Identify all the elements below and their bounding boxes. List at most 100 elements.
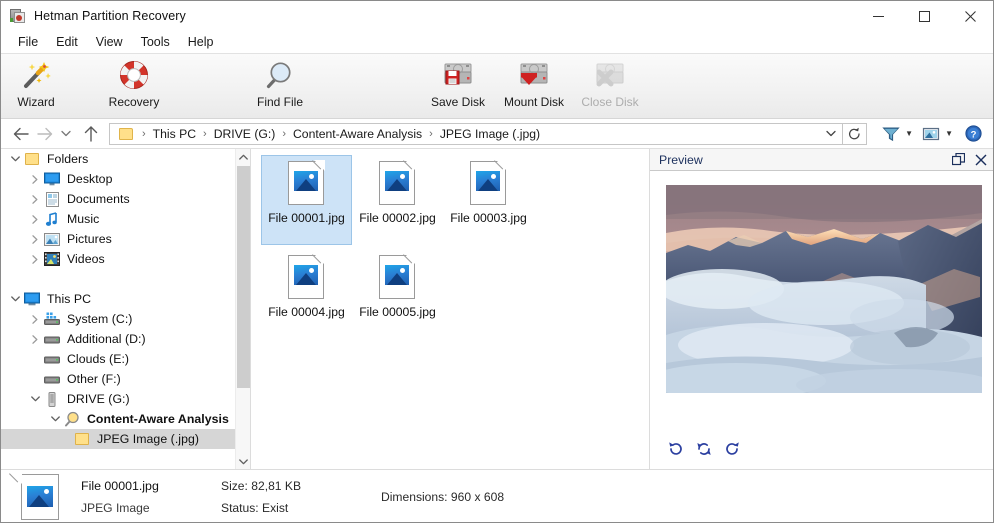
twisty-down-icon[interactable] xyxy=(7,291,23,307)
file-item[interactable]: File 00005.jpg xyxy=(352,246,443,339)
toolbar-button-find-file[interactable]: Find File xyxy=(241,54,319,118)
tree-item-other-f[interactable]: Other (F:) xyxy=(1,369,250,389)
twisty-down-icon[interactable] xyxy=(47,411,63,427)
toolbar-label-find-file: Find File xyxy=(256,95,303,109)
address-bar: › This PC › DRIVE (G:) › Content-Aware A… xyxy=(1,119,993,149)
folder-icon xyxy=(119,127,133,140)
flip-button[interactable] xyxy=(694,439,714,459)
view-mode-dropdown-caret[interactable]: ▼ xyxy=(943,129,959,138)
help-button[interactable]: ? xyxy=(959,123,985,145)
file-name: File 00003.jpg xyxy=(450,211,527,225)
twisty-down-icon[interactable] xyxy=(27,391,43,407)
usb-drive-icon xyxy=(43,391,61,407)
window-title: Hetman Partition Recovery xyxy=(34,9,186,23)
minimize-icon xyxy=(872,15,884,17)
toolbar-button-close-disk[interactable]: Close Disk xyxy=(571,54,649,118)
tree-item-pictures[interactable]: Pictures xyxy=(1,229,250,249)
maximize-button[interactable] xyxy=(901,1,947,31)
file-list-panel[interactable]: File 00001.jpg File 00002.jpg File 00003… xyxy=(250,149,649,469)
close-disk-icon xyxy=(593,58,627,92)
tree-item-desktop[interactable]: Desktop xyxy=(1,169,250,189)
chevron-down-icon xyxy=(61,130,71,137)
filter-button[interactable] xyxy=(879,123,903,145)
tree-item-additional-d[interactable]: Additional (D:) xyxy=(1,329,250,349)
scrollbar-thumb[interactable] xyxy=(236,166,250,388)
toolbar-button-wizard[interactable]: Wizard xyxy=(3,54,69,118)
toolbar-button-recovery[interactable]: Recovery xyxy=(101,54,167,118)
status-size-value: 82,81 KB xyxy=(251,479,302,493)
breadcrumb-this-pc[interactable]: This PC xyxy=(151,127,198,141)
tree-item-music[interactable]: Music xyxy=(1,209,250,229)
close-button[interactable] xyxy=(947,1,993,31)
file-item[interactable]: File 00002.jpg xyxy=(352,152,443,245)
toolbar-label-close-disk: Close Disk xyxy=(581,95,639,109)
tree-item-system-c[interactable]: System (C:) xyxy=(1,309,250,329)
tree-item-jpeg-image[interactable]: JPEG Image (.jpg) xyxy=(1,429,250,449)
twisty-right-icon[interactable] xyxy=(27,191,43,207)
folder-tree-scrollbar[interactable] xyxy=(234,149,250,469)
twisty-down-icon[interactable] xyxy=(7,151,23,167)
tree-label: Documents xyxy=(67,192,130,206)
file-name: File 00001.jpg xyxy=(268,211,345,225)
twisty-right-icon[interactable] xyxy=(27,251,43,267)
menu-file[interactable]: File xyxy=(9,33,47,51)
view-mode-button[interactable] xyxy=(919,123,943,145)
scroll-up-icon[interactable] xyxy=(235,149,250,164)
file-name: File 00002.jpg xyxy=(359,211,436,225)
breadcrumb-dropdown-button[interactable] xyxy=(820,124,842,144)
tree-item-content-aware-analysis[interactable]: Content-Aware Analysis xyxy=(1,409,250,429)
status-size-column: Size: 82,81 KB Status: Exist xyxy=(221,479,381,515)
breadcrumb-bar[interactable]: › This PC › DRIVE (G:) › Content-Aware A… xyxy=(109,122,844,145)
toolbar-button-save-disk[interactable]: Save Disk xyxy=(419,54,497,118)
status-size: Size: 82,81 KB xyxy=(221,479,381,493)
preview-undock-button[interactable] xyxy=(952,153,965,166)
preview-panel: Preview xyxy=(649,149,993,469)
filter-icon xyxy=(882,127,900,141)
toolbar-label-wizard: Wizard xyxy=(17,95,55,109)
menu-view[interactable]: View xyxy=(87,33,132,51)
tree-label: Desktop xyxy=(67,172,113,186)
minimize-button[interactable] xyxy=(855,1,901,31)
rotate-left-button[interactable] xyxy=(666,439,686,459)
preview-close-button[interactable] xyxy=(975,154,987,166)
history-dropdown-button[interactable] xyxy=(57,122,75,146)
back-button[interactable] xyxy=(9,122,33,146)
view-mode-icon xyxy=(922,127,940,140)
hard-drive-icon xyxy=(43,331,61,347)
tree-item-this-pc[interactable]: This PC xyxy=(1,289,250,309)
toolbar-button-mount-disk[interactable]: Mount Disk xyxy=(495,54,573,118)
tree-item-clouds-e[interactable]: Clouds (E:) xyxy=(1,349,250,369)
file-item[interactable]: File 00003.jpg xyxy=(443,152,534,245)
menu-tools[interactable]: Tools xyxy=(132,33,179,51)
twisty-right-icon[interactable] xyxy=(27,231,43,247)
filter-dropdown-caret[interactable]: ▼ xyxy=(903,129,919,138)
twisty-right-icon[interactable] xyxy=(27,331,43,347)
toolbar-label-mount-disk: Mount Disk xyxy=(503,95,565,109)
scroll-down-icon[interactable] xyxy=(235,454,250,469)
tree-item-folders[interactable]: Folders xyxy=(1,149,250,169)
file-name: File 00004.jpg xyxy=(268,305,345,319)
file-item[interactable]: File 00001.jpg xyxy=(260,152,352,245)
tree-label: DRIVE (G:) xyxy=(67,392,130,406)
rotate-right-button[interactable] xyxy=(722,439,742,459)
twisty-right-icon[interactable] xyxy=(27,171,43,187)
menu-help[interactable]: Help xyxy=(179,33,223,51)
folder-tree-panel: Folders Desktop Documents Music Pictures… xyxy=(1,149,251,469)
refresh-button[interactable] xyxy=(843,122,868,145)
twisty-right-icon[interactable] xyxy=(27,211,43,227)
forward-button[interactable] xyxy=(33,122,57,146)
tree-label: System (C:) xyxy=(67,312,133,326)
twisty-right-icon[interactable] xyxy=(27,311,43,327)
tree-label: Pictures xyxy=(67,232,112,246)
status-dimensions-column: Dimensions: 960 x 608 xyxy=(381,490,504,504)
up-button[interactable] xyxy=(79,122,103,146)
tree-item-drive-g[interactable]: DRIVE (G:) xyxy=(1,389,250,409)
menu-edit[interactable]: Edit xyxy=(47,33,87,51)
tree-item-videos[interactable]: Videos xyxy=(1,249,250,269)
breadcrumb-drive-g[interactable]: DRIVE (G:) xyxy=(212,127,278,141)
file-item[interactable]: File 00004.jpg xyxy=(261,246,352,339)
tree-label: Additional (D:) xyxy=(67,332,146,346)
breadcrumb-content-aware-analysis[interactable]: Content-Aware Analysis xyxy=(291,127,424,141)
tree-item-documents[interactable]: Documents xyxy=(1,189,250,209)
breadcrumb-jpeg-image[interactable]: JPEG Image (.jpg) xyxy=(438,127,542,141)
